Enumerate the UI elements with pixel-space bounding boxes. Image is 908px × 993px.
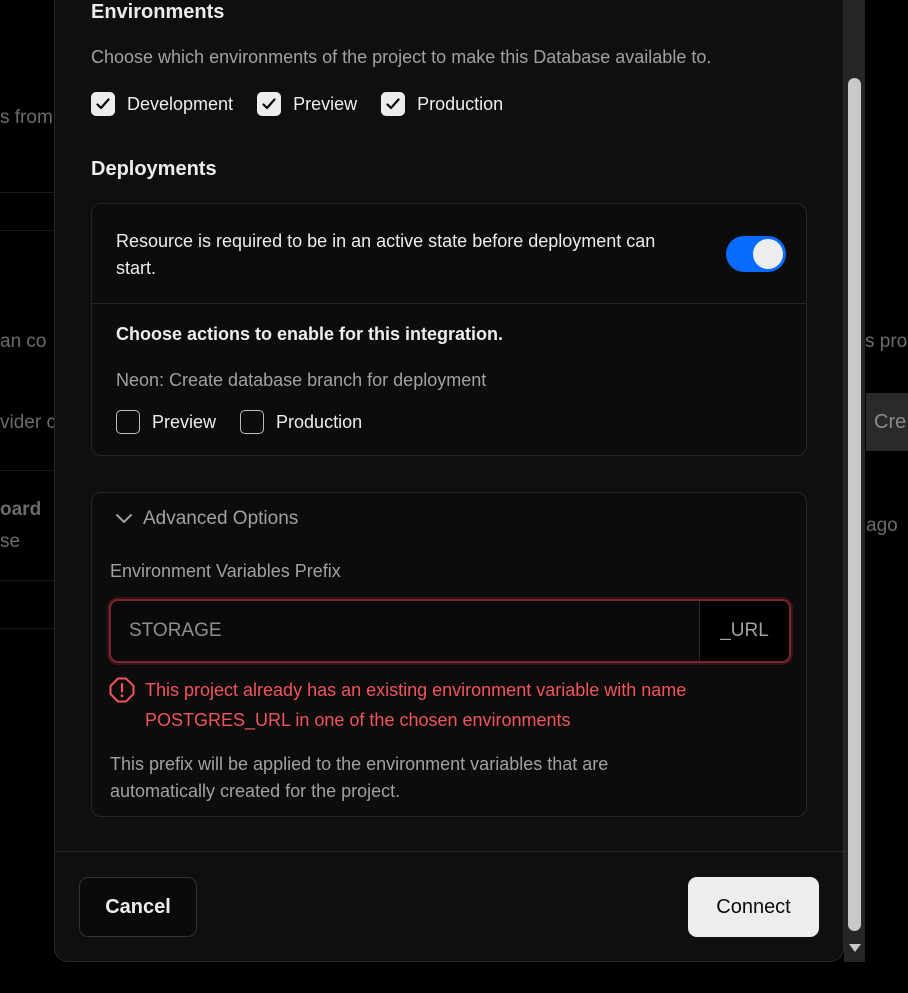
check-icon [386, 98, 400, 110]
bg-text-fragment: s pro [865, 331, 908, 352]
scroll-down-arrow-icon[interactable] [849, 944, 861, 952]
advanced-options-label: Advanced Options [143, 508, 299, 529]
bg-text-fragment: ago [866, 515, 898, 536]
bg-text-fragment: s from [0, 107, 53, 128]
environments-title: Environments [91, 1, 225, 23]
check-icon [262, 98, 276, 110]
checkbox-development-label[interactable]: Development [127, 94, 233, 115]
modal-scrollbar[interactable] [844, 0, 865, 962]
prefix-error-message: This project already has an existing env… [145, 680, 687, 730]
prefix-label: Environment Variables Prefix [110, 561, 341, 581]
checkbox-action-production[interactable] [240, 410, 265, 434]
checkbox-action-production-label[interactable]: Production [276, 412, 362, 433]
check-icon [96, 98, 110, 110]
bg-text-fragment: an co [0, 331, 47, 352]
alert-circle-icon [109, 677, 135, 703]
scrollbar-thumb[interactable] [848, 78, 861, 931]
toggle-knob [753, 239, 783, 269]
checkbox-preview[interactable] [257, 92, 282, 116]
actions-title: Choose actions to enable for this integr… [116, 324, 504, 344]
prefix-field: _URL [109, 599, 791, 663]
prefix-error: This project already has an existing env… [109, 675, 789, 735]
bg-divider [0, 470, 54, 471]
prefix-suffix: _URL [699, 601, 789, 661]
environments-description: Choose which environments of the project… [91, 47, 712, 67]
cancel-button[interactable]: Cancel [79, 877, 197, 937]
environment-options: Development Preview Production [91, 92, 527, 116]
action-description: Neon: Create database branch for deploym… [116, 370, 487, 390]
checkbox-action-preview[interactable] [116, 410, 140, 434]
deployment-required-row: Resource is required to be in an active … [92, 204, 806, 304]
modal-footer: Cancel Connect [55, 851, 843, 961]
connect-database-modal: Environments Choose which environments o… [54, 0, 844, 962]
checkbox-development[interactable] [91, 92, 115, 116]
bg-create-button: Cre [866, 393, 908, 451]
deployment-required-toggle[interactable] [726, 236, 786, 272]
action-options: Preview Production [116, 410, 386, 434]
advanced-options-toggle[interactable]: Advanced Options [115, 508, 298, 530]
bg-divider [0, 580, 54, 581]
bg-divider [0, 192, 54, 193]
checkbox-preview-label[interactable]: Preview [293, 94, 357, 115]
bg-text-fragment: vider c [0, 412, 56, 433]
bg-text-fragment: oard [0, 499, 42, 520]
deployments-title: Deployments [91, 158, 217, 180]
bg-divider [0, 628, 54, 629]
bg-text-fragment: se [0, 531, 21, 552]
prefix-help-text: This prefix will be applied to the envir… [110, 754, 609, 801]
checkbox-production-label[interactable]: Production [417, 94, 503, 115]
deployment-required-text: Resource is required to be in an active … [116, 231, 656, 278]
modal-body: Environments Choose which environments o… [55, 0, 843, 853]
connect-button[interactable]: Connect [688, 877, 819, 937]
bg-divider [0, 230, 54, 231]
deployments-card: Resource is required to be in an active … [91, 203, 807, 456]
prefix-input[interactable] [111, 601, 699, 661]
checkbox-action-preview-label[interactable]: Preview [152, 412, 216, 433]
chevron-down-icon [116, 514, 132, 523]
checkbox-production[interactable] [381, 92, 406, 116]
